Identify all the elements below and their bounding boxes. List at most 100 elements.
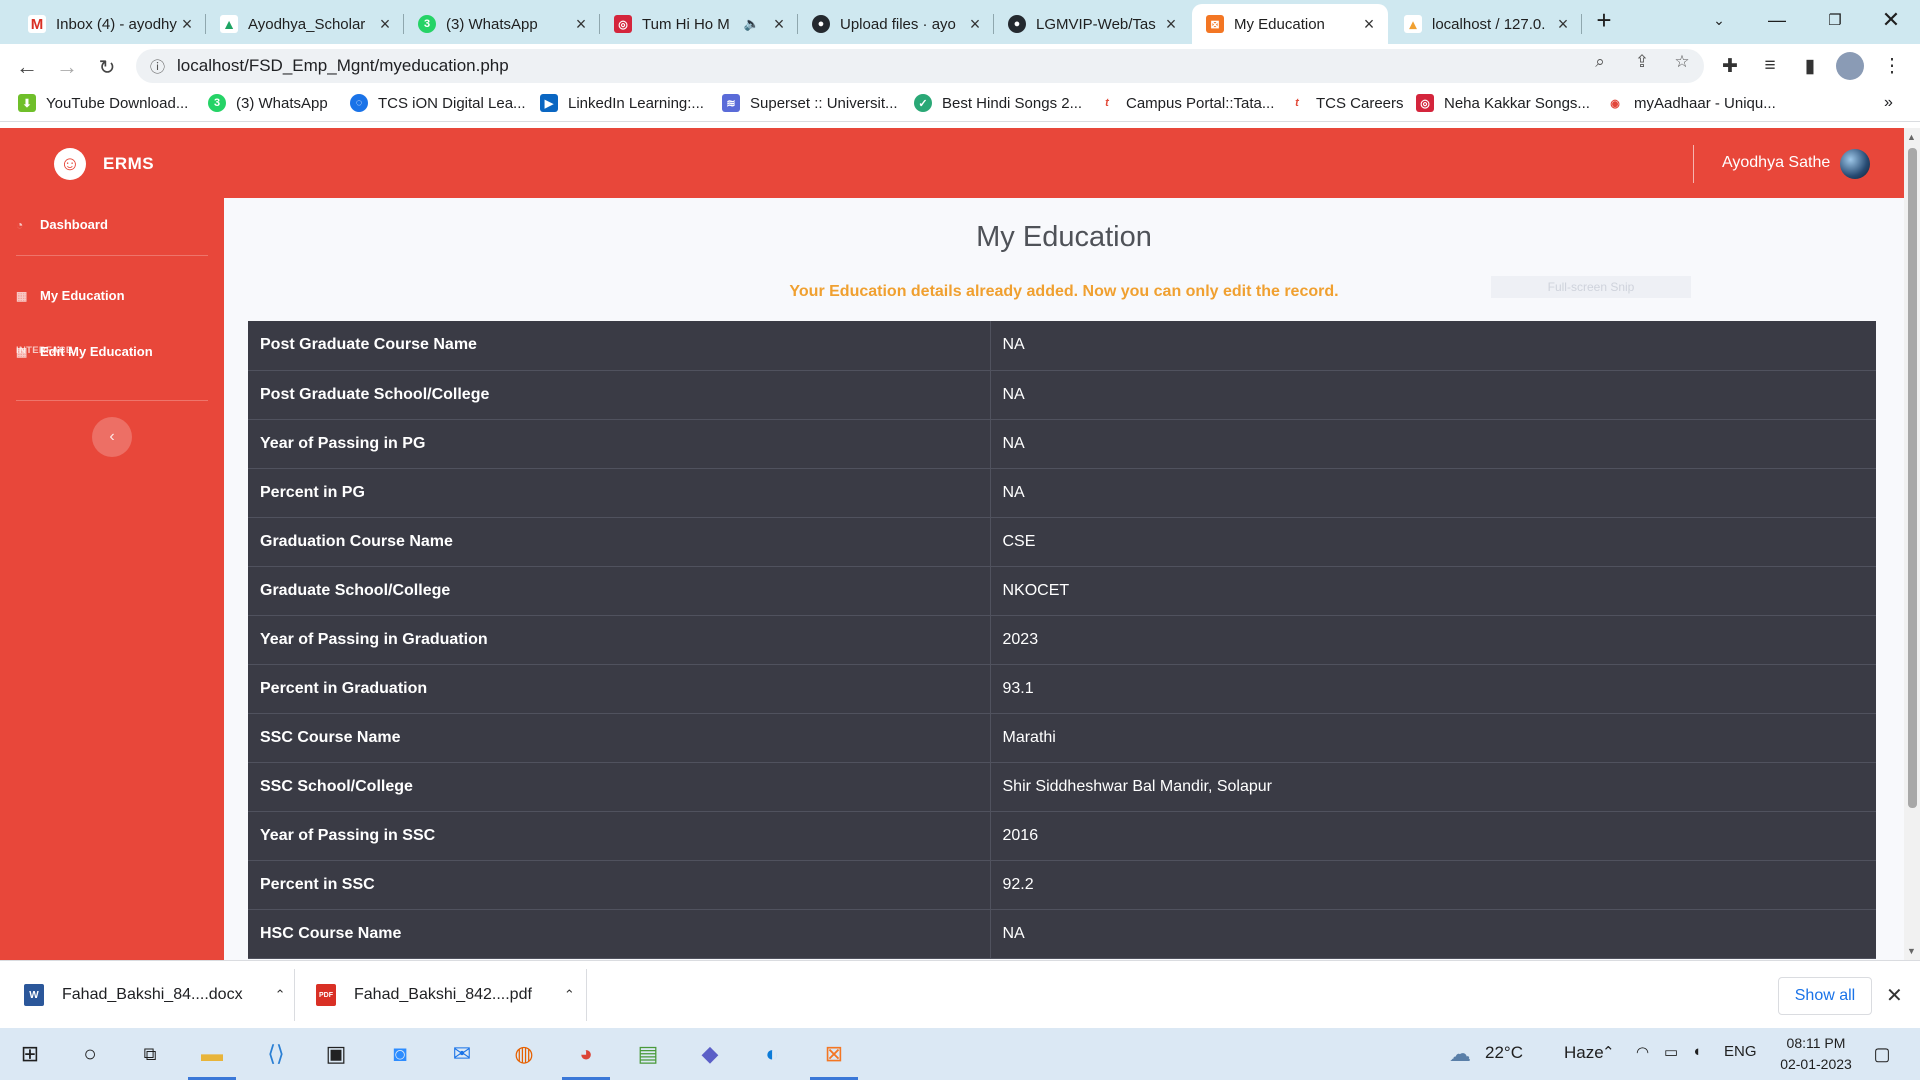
share-icon[interactable]: ⇪ bbox=[1632, 52, 1652, 72]
file-explorer-icon[interactable]: ▬ bbox=[192, 1036, 232, 1072]
language-indicator[interactable]: ENG bbox=[1724, 1043, 1757, 1060]
address-bar[interactable]: ⓘ localhost/FSD_Emp_Mgnt/myeducation.php bbox=[136, 49, 1704, 83]
tab-google-drive[interactable]: ▲ Ayodhya_Scholar × bbox=[206, 4, 404, 44]
task-view-icon[interactable]: ⧉ bbox=[130, 1036, 170, 1072]
clock-time[interactable]: 08:11 PM bbox=[1776, 1035, 1856, 1051]
chevron-up-icon[interactable]: ⌃ bbox=[564, 987, 575, 1003]
bookmark-item[interactable]: ◉ myAadhaar - Uniqu... bbox=[1606, 94, 1776, 112]
close-icon[interactable]: ✕ bbox=[1886, 983, 1903, 1008]
bookmark-item[interactable]: ◌ TCS iON Digital Lea... bbox=[350, 94, 526, 112]
bookmark-item[interactable]: ◎ Neha Kakkar Songs... bbox=[1416, 94, 1590, 112]
side-panel-icon[interactable]: ▮ bbox=[1796, 52, 1824, 80]
chart-app-icon[interactable]: ▤ bbox=[628, 1036, 668, 1072]
table-row: Year of Passing in Graduation 2023 bbox=[248, 615, 1876, 665]
volume-icon[interactable]: ◖ bbox=[1692, 1043, 1701, 1060]
user-name[interactable]: Ayodhya Sathe bbox=[1722, 154, 1830, 172]
tab-search-chevron-icon[interactable]: ⌄ bbox=[1690, 0, 1748, 40]
tab-phpmyadmin[interactable]: ▴ localhost / 127.0. × bbox=[1390, 4, 1582, 44]
sidebar-item-edit-my-education[interactable]: ▦ Edit My Education bbox=[16, 344, 153, 359]
tab-github-repo[interactable]: ● LGMVIP-Web/Tas × bbox=[994, 4, 1190, 44]
bookmark-item[interactable]: t TCS Careers bbox=[1288, 94, 1404, 112]
bookmark-star-icon[interactable]: ☆ bbox=[1672, 52, 1692, 72]
tab-whatsapp[interactable]: 3 (3) WhatsApp × bbox=[404, 4, 600, 44]
vscode-icon[interactable]: ⟨⟩ bbox=[256, 1036, 296, 1072]
tab-music[interactable]: ◎ Tum Hi Ho M 🔈 × bbox=[600, 4, 798, 44]
close-icon[interactable]: × bbox=[1360, 14, 1378, 35]
sidebar-toggle-button[interactable]: ‹ bbox=[92, 417, 132, 457]
chrome-icon[interactable]: ◕ bbox=[566, 1036, 606, 1072]
table-row: Year of Passing in PG NA bbox=[248, 419, 1876, 469]
brand-name[interactable]: ERMS bbox=[103, 154, 154, 174]
xampp-icon[interactable]: ⊠ bbox=[814, 1036, 854, 1072]
sidebar-item-my-education[interactable]: ▦ My Education bbox=[16, 288, 125, 303]
tab-gmail[interactable]: M Inbox (4) - ayodhy × bbox=[14, 4, 206, 44]
weather-cloud-icon[interactable]: ☁ bbox=[1440, 1036, 1480, 1072]
back-button[interactable]: ← bbox=[12, 52, 42, 82]
show-all-button[interactable]: Show all bbox=[1778, 977, 1872, 1015]
scroll-down-icon[interactable]: ▼ bbox=[1907, 946, 1916, 956]
zoom-icon[interactable]: ⌕ bbox=[1590, 52, 1610, 72]
close-icon[interactable]: × bbox=[572, 14, 590, 35]
download-item[interactable]: W Fahad_Bakshi_84....docx ⌃ bbox=[24, 961, 285, 1029]
sidebar-divider bbox=[16, 400, 208, 401]
whatsapp-icon: 3 bbox=[418, 15, 436, 33]
brand-logo-icon[interactable]: ☺ bbox=[54, 148, 86, 180]
scrollbar[interactable]: ▲ ▼ bbox=[1904, 128, 1920, 960]
network-icon[interactable]: ◠ bbox=[1636, 1043, 1649, 1061]
window-close-button[interactable]: ✕ bbox=[1862, 0, 1920, 40]
bookmark-item[interactable]: ⬇ YouTube Download... bbox=[18, 94, 188, 112]
row-value: NA bbox=[990, 909, 1876, 959]
notification-icon[interactable]: ▢ bbox=[1862, 1036, 1902, 1072]
row-value: Shir Siddheshwar Bal Mandir, Solapur bbox=[990, 762, 1876, 812]
tab-github-upload[interactable]: ● Upload files · ayo × bbox=[798, 4, 994, 44]
row-value: 93.1 bbox=[990, 664, 1876, 714]
zoom-app-icon[interactable]: ◙ bbox=[380, 1036, 420, 1072]
media-control-icon[interactable]: ≡ bbox=[1756, 52, 1784, 80]
teams-icon[interactable]: ◆ bbox=[690, 1036, 730, 1072]
bookmark-item[interactable]: ✓ Best Hindi Songs 2... bbox=[914, 94, 1082, 112]
edge-icon[interactable]: ◐ bbox=[752, 1036, 792, 1072]
menu-kebab-icon[interactable]: ⋮ bbox=[1878, 52, 1906, 80]
info-icon[interactable]: ⓘ bbox=[150, 56, 165, 77]
bookmark-item[interactable]: ▶ LinkedIn Learning:... bbox=[540, 94, 704, 112]
close-icon[interactable]: × bbox=[178, 14, 196, 35]
scroll-thumb[interactable] bbox=[1908, 148, 1917, 808]
scroll-up-icon[interactable]: ▲ bbox=[1907, 132, 1916, 142]
whatsapp-icon: 3 bbox=[208, 94, 226, 112]
weather-condition[interactable]: Haze bbox=[1564, 1043, 1604, 1063]
forward-button[interactable]: → bbox=[52, 52, 82, 82]
bookmark-item[interactable]: 3 (3) WhatsApp bbox=[208, 94, 328, 112]
new-tab-button[interactable]: + bbox=[1582, 0, 1626, 40]
close-icon[interactable]: × bbox=[1554, 14, 1572, 35]
search-icon[interactable]: ○ bbox=[70, 1036, 110, 1072]
download-item[interactable]: PDF Fahad_Bakshi_842....pdf ⌃ bbox=[316, 961, 575, 1029]
clock-date[interactable]: 02-01-2023 bbox=[1766, 1056, 1866, 1072]
close-icon[interactable]: × bbox=[770, 14, 788, 35]
reload-button[interactable]: ↻ bbox=[92, 52, 122, 82]
bookmark-item[interactable]: t Campus Portal::Tata... bbox=[1098, 94, 1274, 112]
profile-avatar[interactable] bbox=[1836, 52, 1864, 80]
weather-temperature[interactable]: 22°C bbox=[1485, 1043, 1523, 1063]
bookmark-item[interactable]: ≋ Superset :: Universit... bbox=[722, 94, 898, 112]
app-viewport: ☺ ERMS Ayodhya Sathe ◔ Dashboard INTERFA… bbox=[0, 128, 1920, 960]
chevron-up-icon[interactable]: ⌃ bbox=[1602, 1043, 1615, 1061]
songs-icon: ✓ bbox=[914, 94, 932, 112]
tab-title: Ayodhya_Scholar bbox=[248, 15, 366, 33]
extensions-icon[interactable]: ✚ bbox=[1716, 52, 1744, 80]
battery-icon[interactable]: ▭ bbox=[1664, 1043, 1678, 1061]
sidebar-item-dashboard[interactable]: ◔ Dashboard bbox=[16, 217, 108, 232]
terminal-icon[interactable]: ▣ bbox=[316, 1036, 356, 1072]
mail-icon[interactable]: ✉ bbox=[442, 1036, 482, 1072]
close-icon[interactable]: × bbox=[966, 14, 984, 35]
minimize-button[interactable]: — bbox=[1748, 0, 1806, 40]
tab-my-education[interactable]: ⊠ My Education × bbox=[1192, 4, 1388, 44]
close-icon[interactable]: × bbox=[1162, 14, 1180, 35]
restore-button[interactable]: ❐ bbox=[1806, 0, 1864, 40]
more-bookmarks-icon[interactable]: » bbox=[1884, 94, 1893, 112]
firefox-icon[interactable]: ◍ bbox=[504, 1036, 544, 1072]
speaker-icon[interactable]: 🔈 bbox=[744, 16, 760, 32]
user-avatar[interactable] bbox=[1840, 149, 1870, 179]
close-icon[interactable]: × bbox=[376, 14, 394, 35]
windows-start-icon[interactable]: ⊞ bbox=[10, 1036, 50, 1072]
chevron-up-icon[interactable]: ⌃ bbox=[275, 987, 286, 1003]
